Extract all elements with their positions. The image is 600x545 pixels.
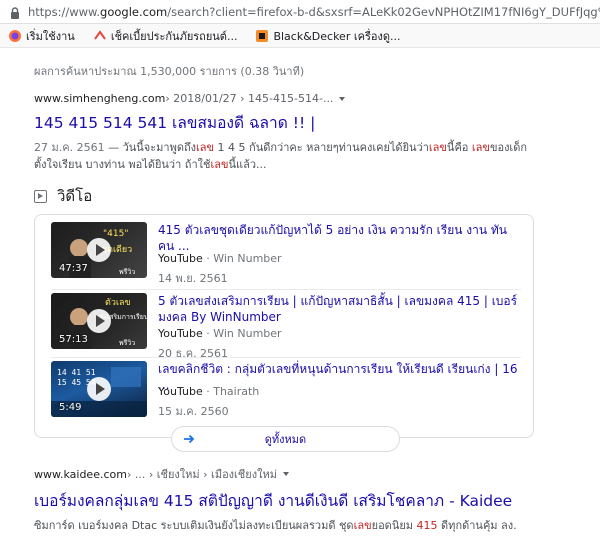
result-path: › ... › เชียงใหม่ › เมืองเชียงใหม่ [126,468,277,481]
result-domain: www.simhengheng.com [34,92,166,105]
play-button-icon[interactable] [87,238,111,262]
video-date: 14 พ.ย. 2561 [158,272,228,285]
play-button-icon[interactable] [87,309,111,333]
video-carousel: "415" ชุดเดียว พรีวิว 47:37 415 ตัวเลขชุ… [34,214,534,452]
search-result: www.kaidee.com › ... › เชียงใหม่ › เมือง… [34,465,554,534]
result-snippet: 27 ม.ค. 2561 — วันนี้จะมาพูดถึงเลข 1 4 5… [34,141,527,171]
result-stats: ผลการค้นหาประมาณ 1,530,000 รายการ (0.38 … [34,65,305,78]
videos-header: วิดีโอ [34,184,92,208]
video-thumbnail[interactable]: 14 41 51 15 45 54 5:49 [51,361,147,417]
svg-text:"415": "415" [103,229,128,239]
play-button-icon[interactable] [87,377,111,401]
result-title-link[interactable]: 145 415 514 541 เลขสมองดี ฉลาด !! | [34,110,554,135]
chevron-down-icon[interactable] [339,96,346,101]
blackdecker-icon [255,29,269,43]
result-domain: www.kaidee.com [34,467,127,481]
video-item[interactable]: ตัวเลข ส่งเสริมการเรียน พรีวิว 57:13 5 ต… [51,293,521,363]
divider [51,357,521,358]
view-all-label: ดูทั้งหมด [264,433,307,446]
result-path: › 2018/01/27 › 145-415-514-... [165,92,334,105]
svg-text:พรีวิว: พรีวิว [119,268,135,276]
firefox-icon [8,29,22,43]
video-title-link[interactable]: 415 ตัวเลขชุดเดียวแก้ปัญหาได้ 5 อย่าง เง… [158,222,518,254]
lock-icon [8,5,22,19]
bookmark-label: เริ่มใช้งาน [26,29,75,43]
video-play-icon [34,189,47,203]
video-source: YouTube · Win Number [158,252,282,265]
divider [51,289,521,290]
arrow-right-icon [182,432,196,450]
result-cite[interactable]: www.kaidee.com › ... › เชียงใหม่ › เมือง… [34,465,554,483]
video-item[interactable]: "415" ชุดเดียว พรีวิว 47:37 415 ตัวเลขชุ… [51,222,521,292]
view-all-button[interactable]: ดูทั้งหมด [171,426,400,452]
svg-text:ตัวเลข: ตัวเลข [105,298,131,308]
bookmark-item[interactable]: Black&Decker เครื่องดู... [255,27,400,45]
video-thumbnail[interactable]: "415" ชุดเดียว พรีวิว 47:37 [51,222,147,278]
video-date: 15 ม.ค. 2560 [158,405,229,418]
video-item[interactable]: 14 41 51 15 45 54 5:49 เลขคลิกชีวิต : กล… [51,361,521,431]
video-date: 20 ธ.ค. 2561 [158,347,229,360]
video-thumbnail[interactable]: ตัวเลข ส่งเสริมการเรียน พรีวิว 57:13 [51,293,147,349]
svg-text:14 41 51: 14 41 51 [57,368,96,377]
chevron-down-icon[interactable] [282,472,289,476]
result-title-link[interactable]: เบอร์มงคลกลุ่มเลข 415 สติปัญญาดี งานดีเง… [34,488,554,513]
search-result: www.simhengheng.com › 2018/01/27 › 145-4… [34,92,554,173]
bookmarks-bar: เริ่มใช้งาน เช็คเบี้ยประกันภัยรถยนต์... … [0,24,600,48]
bookmark-item[interactable]: เช็คเบี้ยประกันภัยรถยนต์... [93,27,238,45]
car-insurance-icon [93,29,107,43]
video-source: YouTube · Win Number [158,327,282,340]
url-bar[interactable]: https://www.google.com/search?client=fir… [0,0,600,24]
videos-title: วิดีโอ [57,187,93,205]
video-duration: 57:13 [59,334,88,345]
result-cite[interactable]: www.simhengheng.com › 2018/01/27 › 145-4… [34,92,554,105]
bookmark-label: เช็คเบี้ยประกันภัยรถยนต์... [110,29,238,43]
video-duration: 47:37 [59,263,88,274]
bookmark-item[interactable]: เริ่มใช้งาน [8,27,75,45]
bookmark-label: Black&Decker เครื่องดู... [273,29,401,43]
url-text[interactable]: https://www.google.com/search?client=fir… [28,5,600,19]
svg-text:พรีวิว: พรีวิว [119,339,135,347]
video-source: YouTube · Thairath [158,385,260,398]
video-duration: 5:49 [59,402,82,413]
result-snippet: ซิมการ์ด เบอร์มงคล Dtac ระบบเติมเงินยังไ… [34,519,517,532]
video-title-link[interactable]: 5 ตัวเลขส่งเสริมการเรียน | แก้ปัญหาสมาธิ… [158,293,518,325]
